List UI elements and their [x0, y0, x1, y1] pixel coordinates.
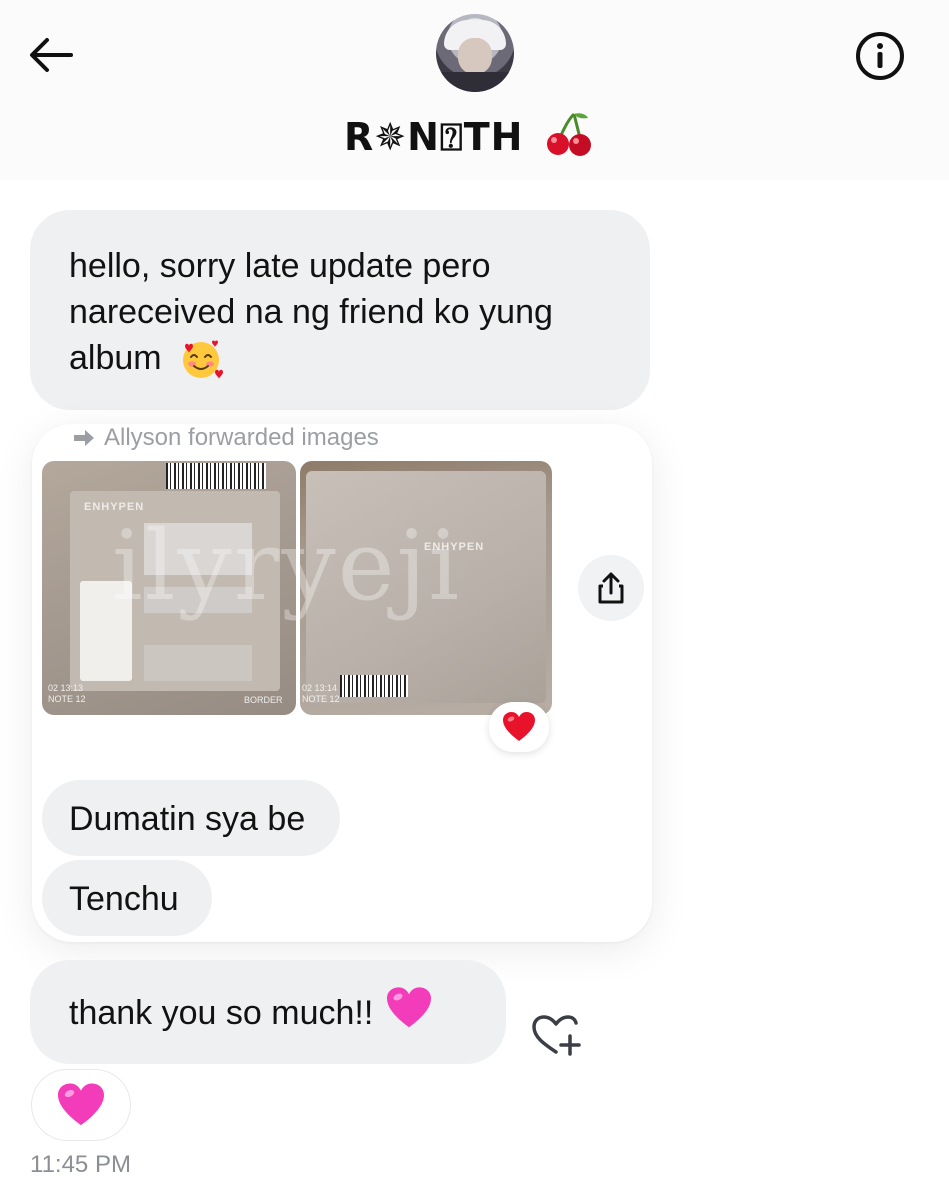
- message-text: Tenchu: [69, 880, 179, 918]
- message-bubble-received-1[interactable]: hello, sorry late update pero nareceived…: [30, 210, 650, 410]
- info-button[interactable]: [852, 28, 908, 84]
- message-reaction-badge[interactable]: [32, 1070, 130, 1140]
- message-bubble-received-4[interactable]: thank you so much!!: [30, 960, 506, 1064]
- photo-brand-text: ENHYPEN: [424, 541, 485, 553]
- photo-barcode: [340, 675, 408, 697]
- photo-footer-word: BORDER: [244, 695, 283, 705]
- add-reaction-button[interactable]: [526, 1006, 586, 1066]
- share-icon: [598, 572, 624, 604]
- photo-timestamp-line-2: NOTE 12: [302, 694, 340, 704]
- message-text: hello, sorry late update pero nareceived…: [69, 247, 553, 377]
- message-text: thank you so much!!: [69, 994, 374, 1032]
- photo-reaction-badge[interactable]: [489, 702, 549, 752]
- forward-arrow-icon: [74, 430, 94, 446]
- photo-timestamp-line-1: 02 13:14: [302, 683, 338, 693]
- photo-timestamp-line-1: 02 13:13: [48, 683, 84, 693]
- info-icon: [856, 32, 904, 80]
- forwarded-label-text: Allyson forwarded images: [104, 424, 379, 451]
- forwarded-photo-2[interactable]: ENHYPEN 02 13:14 NOTE 12: [300, 461, 552, 715]
- back-button[interactable]: [22, 30, 78, 80]
- message-timestamp: 11:45 PM: [30, 1151, 131, 1178]
- message-text: Dumatin sya be: [69, 800, 306, 838]
- photo-barcode: [166, 463, 266, 489]
- cherries-emoji-icon: [546, 112, 591, 156]
- photo-brand-text: ENHYPEN: [84, 501, 145, 513]
- forwarded-photo-1[interactable]: ENHYPEN 02 13:13 NOTE 12 BORDER: [42, 461, 296, 715]
- photo-timestamp: 02 13:13 NOTE 12: [48, 683, 86, 705]
- contact-name-text: R✵N⍰TH: [344, 115, 524, 159]
- message-bubble-received-2[interactable]: Dumatin sya be: [42, 780, 340, 856]
- arrow-left-icon: [30, 38, 73, 72]
- pink-heart-icon: [58, 1083, 104, 1126]
- contact-avatar[interactable]: [436, 14, 514, 92]
- photo-timestamp: 02 13:14 NOTE 12: [302, 683, 340, 705]
- red-heart-icon: [503, 712, 535, 741]
- conversation-header: R✵N⍰TH: [0, 0, 949, 180]
- share-button[interactable]: [578, 555, 644, 621]
- smiling-face-with-hearts-icon: [183, 340, 224, 380]
- photo-timestamp-line-2: NOTE 12: [48, 694, 86, 704]
- message-bubble-received-3[interactable]: Tenchu: [42, 860, 212, 936]
- contact-name[interactable]: R✵N⍰TH: [344, 110, 644, 160]
- heart-plus-icon: [532, 1015, 581, 1056]
- pink-heart-icon: [387, 987, 432, 1028]
- forwarded-label: Allyson forwarded images: [72, 424, 379, 452]
